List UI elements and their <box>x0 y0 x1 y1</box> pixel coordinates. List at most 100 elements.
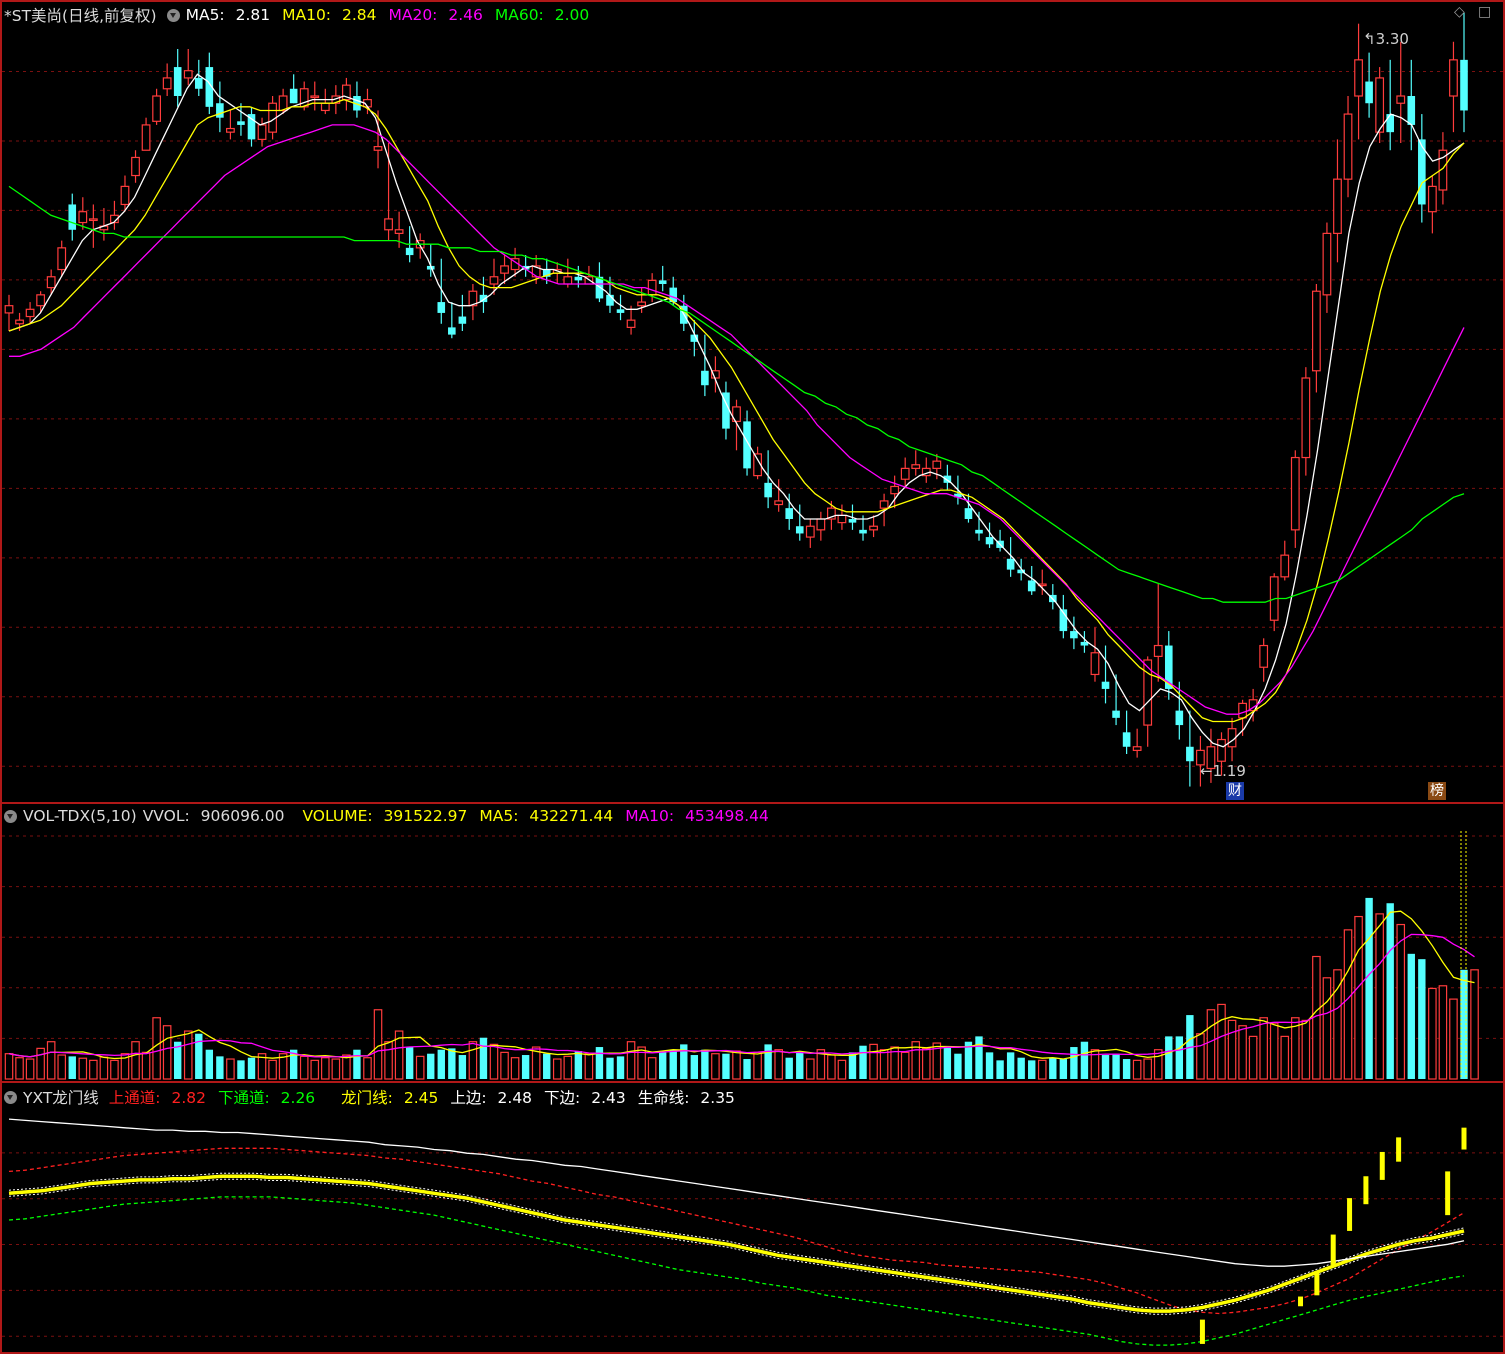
candle-body-up <box>384 218 393 231</box>
ma-line-ma60 <box>8 185 1465 603</box>
volume-bar-up <box>1449 998 1458 1080</box>
upper-channel-value: 2.82 <box>171 1089 206 1107</box>
volume-bar-down <box>954 1053 962 1079</box>
ma10-value: 2.84 <box>341 6 377 24</box>
volume-bar-down <box>1175 1036 1184 1079</box>
volume-bar-down <box>1122 1059 1131 1079</box>
signal-bar <box>1461 1127 1467 1150</box>
volume-bar-up <box>110 1059 119 1080</box>
volume-bar-up <box>1280 1035 1290 1080</box>
candle-body-up <box>15 319 24 325</box>
candle-body-down <box>1386 114 1394 133</box>
volume-bar-up <box>1375 913 1384 1080</box>
panel-frames <box>0 0 1505 1354</box>
volume-bar-up <box>415 1055 425 1080</box>
vvol-label: VVOL: 906096.00 <box>143 807 291 825</box>
candle-body-down <box>764 482 772 498</box>
candle-body-up <box>1311 290 1321 372</box>
candle-body-up <box>1322 232 1332 296</box>
ma60-value: 2.00 <box>554 6 590 24</box>
finance-badge[interactable]: 财 <box>1226 782 1244 800</box>
volume-bar-up <box>1301 1019 1311 1080</box>
volume-bar-down <box>606 1057 614 1079</box>
candle-body-up <box>1290 456 1300 531</box>
dragon-line-value: 2.45 <box>403 1089 439 1107</box>
volume-bar-up <box>647 1057 657 1080</box>
candle-body-up <box>1090 652 1100 676</box>
volume-bar-down <box>701 1049 709 1079</box>
volume-bar-down <box>247 1057 256 1079</box>
volume-bar-up <box>563 1055 573 1080</box>
settings-dropdown-icon[interactable] <box>166 8 180 22</box>
candle-body-up <box>563 276 573 285</box>
candle-body-up <box>1427 185 1437 213</box>
volume-bar-up <box>1470 969 1479 1080</box>
volume-value: 391522.97 <box>383 807 468 825</box>
volume-bar-up <box>837 1059 847 1080</box>
vol-ma5-value: 432271.44 <box>529 807 614 825</box>
upper-channel-label-text: 上通道: <box>108 1089 161 1107</box>
volume-bar-up <box>1269 1022 1279 1080</box>
life-line-value: 2.35 <box>700 1089 735 1107</box>
volume-bar-up <box>1322 977 1332 1080</box>
volume-bar-down <box>743 1059 751 1079</box>
volume-bar-up <box>711 1053 720 1080</box>
volume-label: VOLUME: 391522.97 <box>302 807 473 825</box>
volume-settings-icon[interactable] <box>4 809 17 823</box>
signal-bar <box>1314 1271 1320 1296</box>
candle-body-down <box>701 370 709 386</box>
volume-bar-up <box>1259 1017 1268 1080</box>
candle-body-up <box>78 211 88 224</box>
volume-bar-up <box>1143 1058 1152 1080</box>
ranking-badge[interactable]: 榜 <box>1428 782 1446 800</box>
volume-bar-up <box>1343 929 1353 1080</box>
volume-bar-down <box>353 1049 361 1079</box>
volume-bar-up <box>268 1059 277 1080</box>
candle-body-down <box>1122 732 1131 747</box>
indicator-settings-icon[interactable] <box>4 1090 17 1104</box>
candle-body-down <box>68 204 77 230</box>
volume-bar-down <box>437 1049 445 1079</box>
candle-body-down <box>1365 81 1373 104</box>
volume-bar-down <box>1165 1036 1173 1079</box>
vol-ma10-label-text: MA10: <box>625 807 675 825</box>
candle-body-down <box>1027 580 1036 592</box>
candle-body-up <box>911 464 921 469</box>
vvol-value: 906096.00 <box>200 807 285 825</box>
volume-bar-up <box>89 1059 98 1080</box>
volume-bar-down <box>690 1055 699 1079</box>
diamond-icon[interactable]: ◇ <box>1454 4 1465 20</box>
candle-body-down <box>448 327 456 335</box>
candle-body-up <box>805 525 815 538</box>
outer-frame <box>0 0 1505 1354</box>
vol-ma10-value: 453498.44 <box>685 807 769 825</box>
candle-body-up <box>141 124 151 151</box>
top-edge-value: 2.48 <box>497 1089 533 1107</box>
candlestick-series <box>4 12 1468 787</box>
ma10-label-text: MA10: <box>282 6 332 24</box>
ma20-label-text: MA20: <box>388 6 438 24</box>
candle-body-up <box>900 467 910 480</box>
volume-bar-down <box>1017 1057 1025 1079</box>
volume-bar-down <box>521 1055 530 1079</box>
volume-bar-down <box>427 1053 435 1079</box>
candle-body-up <box>816 518 826 531</box>
signal-bar <box>1199 1319 1205 1344</box>
square-icon[interactable]: □ <box>1478 4 1491 20</box>
candle-body-up <box>36 294 46 307</box>
candle-body-up <box>1375 77 1385 133</box>
volume-bar-up <box>732 1050 741 1080</box>
high-price-marker: ↰3.30 <box>1363 30 1409 48</box>
volume-indicator-name: VOL-TDX(5,10) <box>23 807 137 825</box>
candle-body-down <box>247 114 256 140</box>
volume-bar-up <box>510 1057 520 1080</box>
candle-body-down <box>1070 631 1078 639</box>
volume-bar-down <box>859 1045 867 1079</box>
volume-bar-down <box>68 1056 76 1079</box>
volume-bar-up <box>226 1058 235 1080</box>
volume-bar-down <box>195 1033 203 1079</box>
candle-body-up <box>932 460 942 469</box>
candle-body-down <box>289 88 298 104</box>
volume-bar-up <box>57 1054 67 1080</box>
chart-canvas[interactable] <box>0 0 1505 1354</box>
